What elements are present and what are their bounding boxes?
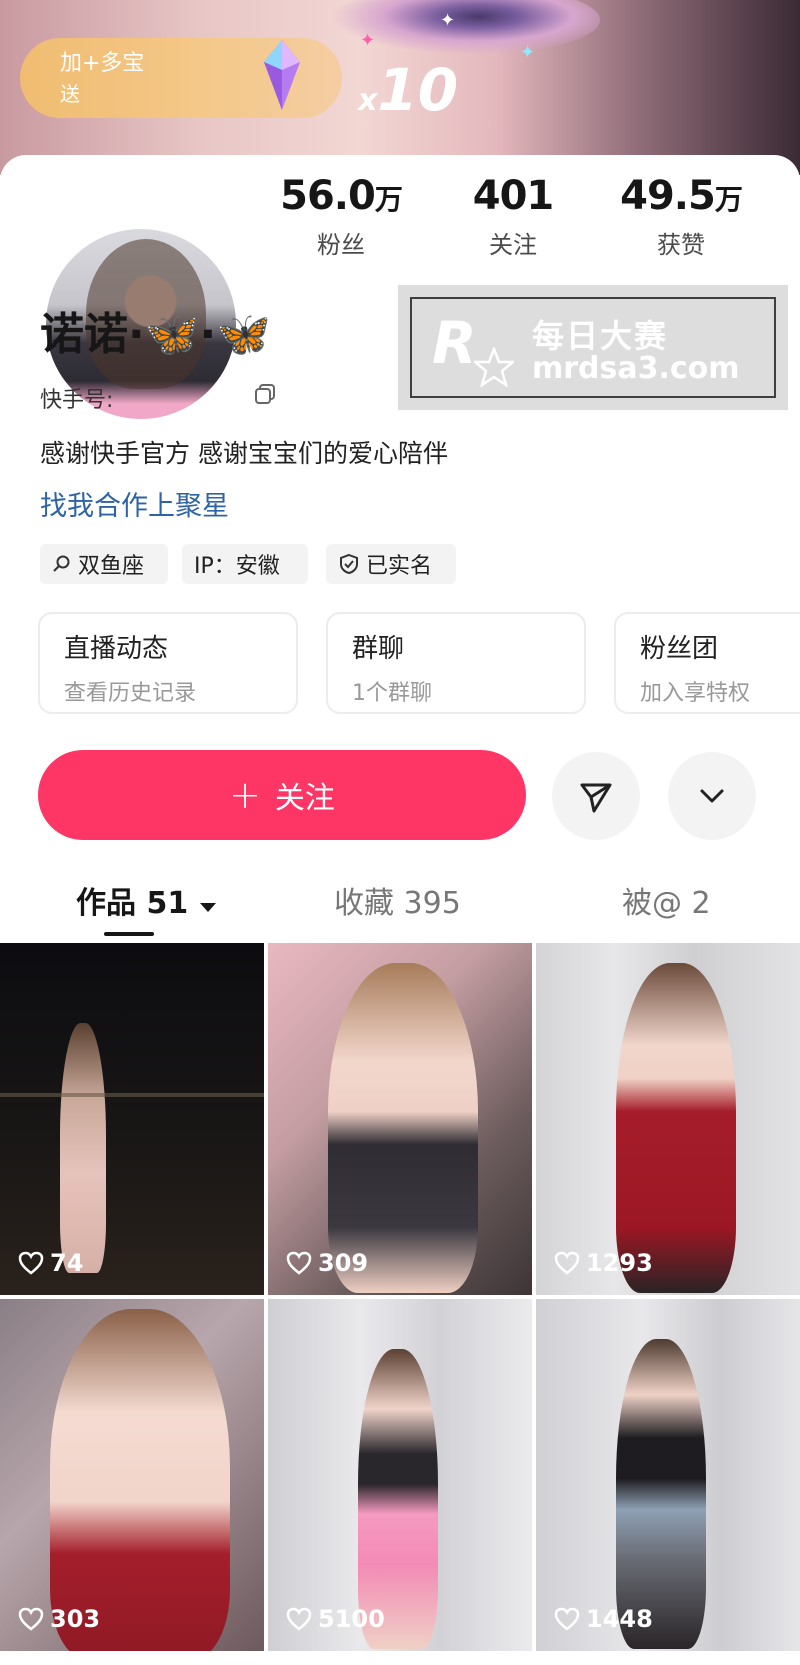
thumbnail-figure xyxy=(616,1339,706,1649)
like-count: 309 xyxy=(286,1249,368,1277)
crystal-icon xyxy=(264,40,300,110)
stat-fans[interactable]: 56.0万 粉丝 xyxy=(266,173,416,260)
watermark-frame: R 每日大赛 mrdsa3.com xyxy=(410,297,776,398)
butterfly-icon: 🦋 xyxy=(216,309,272,360)
star-icon xyxy=(474,347,514,387)
more-dropdown-button[interactable] xyxy=(668,752,756,840)
watermark-overlay: R 每日大赛 mrdsa3.com xyxy=(398,285,788,410)
plus-icon: + xyxy=(229,773,261,817)
send-icon xyxy=(580,783,612,813)
active-tab-indicator xyxy=(104,932,154,936)
heart-icon xyxy=(18,1607,44,1631)
profile-name: 诺诺·🦋·🦋 xyxy=(40,309,272,360)
shield-check-icon xyxy=(340,553,358,575)
like-count: 5100 xyxy=(286,1605,385,1633)
thumbnail-figure xyxy=(50,1309,230,1651)
tab-works[interactable]: 作品 51 xyxy=(76,878,217,922)
sparkle-icon: ✦ xyxy=(520,42,536,63)
tag-zodiac[interactable]: 双鱼座 xyxy=(40,544,168,584)
gift-title: 加+多宝 xyxy=(60,51,145,76)
copy-icon[interactable] xyxy=(254,383,276,405)
feature-live-history[interactable]: 直播动态 查看历史记录 xyxy=(38,612,298,714)
gift-multiplier: x10 xyxy=(358,56,459,124)
butterfly-icon: 🦋 xyxy=(144,309,200,360)
profile-bio: 感谢快手官方 感谢宝宝们的爱心陪伴 xyxy=(40,439,448,468)
tab-favorites[interactable]: 收藏 395 xyxy=(334,878,461,922)
video-thumbnail[interactable]: 74 xyxy=(0,943,264,1295)
thumbnail-figure xyxy=(358,1349,438,1649)
collab-link[interactable]: 找我合作上聚星 xyxy=(40,484,229,523)
thumbnail-figure xyxy=(60,1023,106,1273)
video-thumbnail[interactable]: 309 xyxy=(268,943,532,1295)
kuaishou-id-label: 快手号: xyxy=(40,388,114,413)
heart-icon xyxy=(286,1607,312,1631)
video-thumbnail[interactable]: 1293 xyxy=(536,943,800,1295)
heart-icon xyxy=(18,1251,44,1275)
video-thumbnail[interactable]: 303 xyxy=(0,1299,264,1651)
video-thumbnail[interactable]: 1448 xyxy=(536,1299,800,1651)
tab-mentions[interactable]: 被@ 2 xyxy=(622,878,711,922)
watermark-logo: R xyxy=(432,309,477,377)
heart-icon xyxy=(554,1251,580,1275)
sparkle-icon: ✦ xyxy=(440,10,456,31)
stat-likes[interactable]: 49.5万 获赞 xyxy=(606,173,756,260)
sparkle-icon: ✦ xyxy=(360,30,376,51)
watermark-url: mrdsa3.com xyxy=(532,351,740,386)
stat-following[interactable]: 401 关注 xyxy=(438,173,588,260)
like-count: 74 xyxy=(18,1249,83,1277)
share-button[interactable] xyxy=(552,752,640,840)
gift-subtitle: 送 xyxy=(60,82,80,106)
search-icon xyxy=(53,555,70,572)
caret-down-icon xyxy=(199,903,216,912)
tag-ip-location: IP：安徽 xyxy=(182,544,308,584)
feature-group-chat[interactable]: 群聊 1个群聊 xyxy=(326,612,586,714)
heart-icon xyxy=(554,1607,580,1631)
like-count: 1448 xyxy=(554,1605,653,1633)
feature-fan-club[interactable]: 粉丝团 加入享特权 xyxy=(614,612,800,714)
tag-verified[interactable]: 已实名 xyxy=(326,544,456,584)
thumbnail-figure xyxy=(616,963,736,1293)
like-count: 1293 xyxy=(554,1249,653,1277)
video-thumbnail[interactable]: 5100 xyxy=(268,1299,532,1651)
like-count: 303 xyxy=(18,1605,100,1633)
chevron-down-icon xyxy=(700,789,724,803)
thumbnail-figure xyxy=(328,963,478,1293)
follow-button[interactable]: + 关注 xyxy=(38,750,526,840)
heart-icon xyxy=(286,1251,312,1275)
